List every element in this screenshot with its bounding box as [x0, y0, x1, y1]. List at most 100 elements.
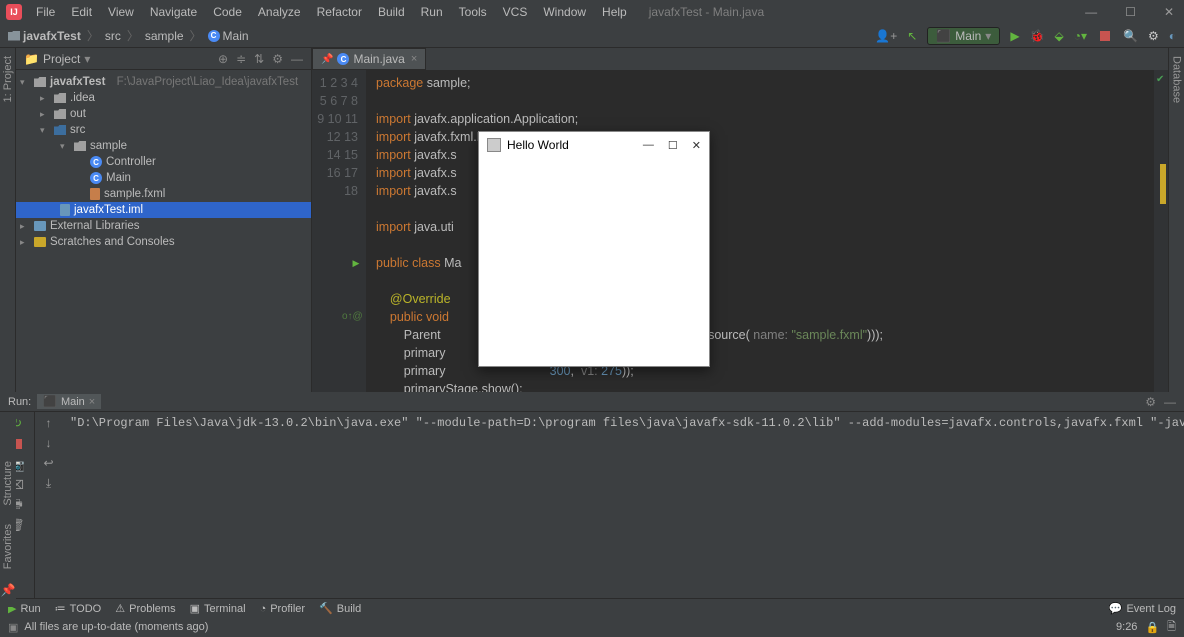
app-maximize-icon[interactable]: ☐ [668, 139, 678, 152]
tree-iml[interactable]: javafxTest.iml [16, 202, 311, 218]
down-icon[interactable]: ↓ [42, 436, 56, 450]
menu-run[interactable]: Run [415, 3, 449, 21]
run-gutter-icon[interactable]: ▶ [350, 254, 362, 272]
menu-analyze[interactable]: Analyze [252, 3, 307, 21]
menu-code[interactable]: Code [207, 3, 248, 21]
back-arrow-icon[interactable]: ↖ [907, 29, 917, 43]
class-icon: C [208, 30, 220, 42]
project-header-label: Project [43, 52, 80, 66]
code-area[interactable]: 1 2 3 4 5 6 7 8 9 10 11 12 13 14 15 16 1… [312, 70, 1168, 392]
mem-icon[interactable]: 🗎 [1167, 618, 1176, 637]
stop-icon[interactable] [1097, 28, 1113, 44]
app-logo: IJ [6, 4, 22, 20]
menu-tools[interactable]: Tools [453, 3, 493, 21]
title-bar: IJ File Edit View Navigate Code Analyze … [0, 0, 1184, 24]
crumb-root[interactable]: javafxTest [8, 29, 81, 43]
settings-icon[interactable]: ⚙ [1148, 29, 1159, 43]
status-bar: ▣ All files are up-to-date (moments ago)… [0, 618, 1184, 636]
override-icon[interactable]: o↑@ [342, 308, 354, 326]
minimize-button[interactable]: — [1081, 5, 1101, 19]
wrap-icon[interactable]: ↩ [42, 456, 56, 470]
tree-controller[interactable]: CController [16, 154, 311, 170]
collapse-icon[interactable]: ⇅ [254, 52, 264, 66]
menu-vcs[interactable]: VCS [497, 3, 534, 21]
menu-help[interactable]: Help [596, 3, 633, 21]
run-hide-icon[interactable]: — [1164, 395, 1176, 409]
thumbtack-icon[interactable]: 📌 [1, 583, 16, 597]
app-minimize-icon[interactable]: — [643, 139, 654, 152]
class-icon: C [90, 156, 102, 168]
status-icon[interactable]: ▣ [8, 621, 18, 634]
bottom-bar: ▶Run ≔TODO ⚠Problems ▣Terminal ◔Profiler… [0, 598, 1184, 618]
expand-icon[interactable]: ≑ [236, 52, 246, 66]
folder-icon [54, 93, 66, 103]
app-close-icon[interactable]: ✕ [692, 139, 701, 152]
bottom-build[interactable]: 🔨Build [319, 602, 361, 615]
target-icon[interactable]: ⊕ [218, 52, 228, 66]
tree-root[interactable]: ▾javafxTest F:\JavaProject\Liao_Idea\jav… [16, 74, 311, 90]
error-stripe[interactable]: ✔ [1154, 70, 1168, 392]
crumb-main[interactable]: CMain [208, 29, 249, 43]
menu-file[interactable]: File [30, 3, 61, 21]
check-icon: ✔ [1156, 74, 1164, 85]
maximize-button[interactable]: ☐ [1121, 5, 1140, 19]
app-window-hello-world[interactable]: Hello World — ☐ ✕ [478, 131, 710, 367]
run-label: Run: [8, 396, 31, 408]
search-icon[interactable]: 🔍 [1123, 29, 1138, 43]
bottom-problems[interactable]: ⚠Problems [115, 602, 175, 615]
run-gear-icon[interactable]: ⚙ [1145, 395, 1156, 409]
run-toolbar-left2: ↑ ↓ ↩ ⤓ [34, 412, 62, 598]
menu-navigate[interactable]: Navigate [144, 3, 203, 21]
editor-tab-main[interactable]: 📌 C Main.java × [312, 48, 426, 70]
left-stripe: 1: Project [0, 48, 16, 392]
tree-sample[interactable]: ▾sample [16, 138, 311, 154]
menu-edit[interactable]: Edit [65, 3, 98, 21]
clock: 9:26 [1116, 621, 1137, 633]
tree-fxml[interactable]: sample.fxml [16, 186, 311, 202]
bottom-terminal[interactable]: ▣Terminal [190, 602, 246, 615]
tree-out[interactable]: ▸out [16, 106, 311, 122]
tree-main[interactable]: CMain [16, 170, 311, 186]
class-icon: C [337, 53, 349, 65]
warning-marker[interactable] [1160, 164, 1166, 204]
lock-icon[interactable]: 🔒 [1145, 621, 1159, 634]
debug-icon[interactable]: 🐞 [1030, 29, 1045, 43]
gear-icon[interactable]: ⚙ [272, 52, 283, 66]
side-tab-project[interactable]: 1: Project [2, 52, 14, 106]
up-icon[interactable]: ↑ [42, 416, 56, 430]
menu-refactor[interactable]: Refactor [311, 3, 368, 21]
pin-icon[interactable]: 📌 [321, 54, 333, 65]
profile-icon[interactable]: ◔▾ [1074, 29, 1087, 43]
side-tab-favorites[interactable]: Favorites [2, 520, 14, 573]
close-button[interactable]: ✕ [1160, 5, 1178, 19]
add-user-icon[interactable]: 👤+ [875, 29, 897, 43]
run-tab-main[interactable]: ⬛Main× [37, 394, 101, 409]
crumb-sample[interactable]: sample [145, 29, 184, 43]
app-window-title: Hello World [507, 138, 569, 152]
hide-icon[interactable]: — [291, 52, 303, 66]
tree-idea[interactable]: ▸.idea [16, 90, 311, 106]
bottom-profiler[interactable]: ◔Profiler [260, 603, 306, 615]
menu-view[interactable]: View [102, 3, 140, 21]
notification-icon[interactable]: ◐ [1169, 29, 1176, 43]
app-window-titlebar[interactable]: Hello World — ☐ ✕ [479, 132, 709, 158]
bottom-eventlog[interactable]: 💬Event Log [1109, 602, 1176, 615]
run-icon[interactable]: ▶ [1010, 29, 1019, 43]
console-output[interactable]: "D:\Program Files\Java\jdk-13.0.2\bin\ja… [62, 412, 1184, 598]
menu-window[interactable]: Window [537, 3, 592, 21]
tree-extlib[interactable]: ▸External Libraries [16, 218, 311, 234]
close-run-tab-icon[interactable]: × [89, 396, 95, 408]
side-tab-structure[interactable]: Structure [2, 457, 14, 510]
coverage-icon[interactable]: ⬙ [1055, 29, 1064, 43]
tree-scratch[interactable]: ▸Scratches and Consoles [16, 234, 311, 250]
scroll-icon[interactable]: ⤓ [42, 476, 56, 490]
folder-icon [8, 31, 20, 41]
bottom-todo[interactable]: ≔TODO [55, 602, 102, 615]
tree-src[interactable]: ▾src [16, 122, 311, 138]
side-tab-database[interactable]: Database [1171, 52, 1183, 107]
close-tab-icon[interactable]: × [411, 53, 417, 65]
run-config-selector[interactable]: ⬛Main▾ [927, 27, 1000, 45]
menu-build[interactable]: Build [372, 3, 411, 21]
crumb-src[interactable]: src [105, 29, 121, 43]
module-icon [34, 77, 46, 87]
